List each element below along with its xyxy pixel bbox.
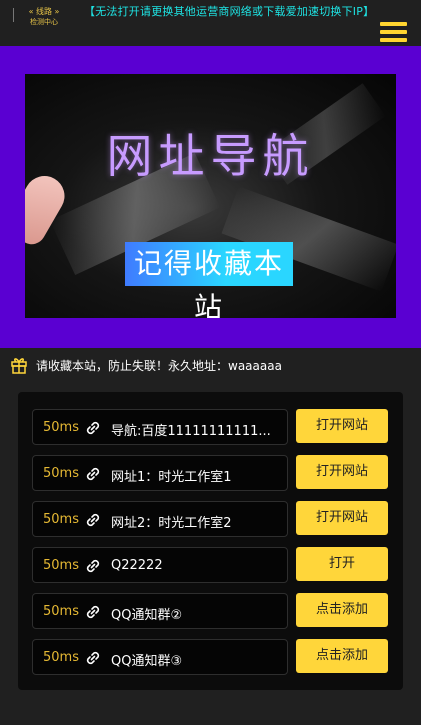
link-icon	[86, 467, 100, 481]
link-list-panel: 50ms 导航:百度11111111111... 打开网站 50ms 网址1：时…	[18, 392, 403, 690]
announcement-text: 请收藏本站，防止失联！永久地址：waaaaaa	[36, 359, 282, 373]
list-item: 50ms 网址1：时光工作室1 打开网站	[32, 455, 388, 491]
list-item: 50ms 导航:百度11111111111... 打开网站	[32, 409, 388, 445]
banner: 网址导航 记得收藏本站	[0, 46, 421, 348]
link-entry[interactable]: 50ms 导航:百度11111111111...	[32, 409, 288, 445]
banner-image: 网址导航 记得收藏本站	[25, 74, 396, 318]
open-site-button[interactable]: 打开网站	[296, 409, 388, 443]
latency-label: 50ms	[43, 650, 79, 665]
link-entry[interactable]: 50ms QQ通知群③	[32, 639, 288, 675]
link-icon	[86, 559, 100, 573]
link-entry[interactable]: 50ms QQ通知群②	[32, 593, 288, 629]
hamburger-menu-icon[interactable]	[380, 22, 407, 44]
open-site-button[interactable]: 打开网站	[296, 501, 388, 535]
notice-text: 【无法打开请更换其他运营商网络或下载爱加速切换下IP】	[84, 5, 375, 18]
latency-label: 50ms	[43, 512, 79, 527]
add-group-button[interactable]: 点击添加	[296, 593, 388, 627]
latency-label: 50ms	[43, 466, 79, 481]
link-name: Q22222	[111, 558, 163, 573]
link-entry[interactable]: 50ms 网址1：时光工作室1	[32, 455, 288, 491]
latency-label: 50ms	[43, 558, 79, 573]
link-icon	[86, 513, 100, 527]
latency-label: 50ms	[43, 420, 79, 435]
top-bar: « 线路 » 检测中心 【无法打开请更换其他运营商网络或下载爱加速切换下IP】	[0, 0, 421, 46]
link-name: QQ通知群③	[111, 654, 183, 669]
list-item: 50ms 网址2：时光工作室2 打开网站	[32, 501, 388, 537]
link-entry[interactable]: 50ms Q22222	[32, 547, 288, 583]
link-icon	[86, 421, 100, 435]
list-item: 50ms QQ通知群③ 点击添加	[32, 639, 388, 675]
logo[interactable]: « 线路 » 检测中心	[18, 6, 70, 28]
divider	[13, 8, 14, 22]
list-item: 50ms QQ通知群② 点击添加	[32, 593, 388, 629]
link-name: 网址2：时光工作室2	[111, 516, 232, 531]
list-item: 50ms Q22222 打开	[32, 547, 388, 583]
link-icon	[86, 651, 100, 665]
latency-label: 50ms	[43, 604, 79, 619]
add-group-button[interactable]: 点击添加	[296, 639, 388, 673]
link-icon	[86, 605, 100, 619]
link-entry[interactable]: 50ms 网址2：时光工作室2	[32, 501, 288, 537]
banner-subtitle: 记得收藏本站	[125, 242, 293, 318]
gift-icon	[11, 358, 27, 374]
banner-title: 网址导航	[106, 129, 315, 183]
logo-line2: 检测中心	[30, 18, 58, 26]
open-button[interactable]: 打开	[296, 547, 388, 581]
open-site-button[interactable]: 打开网站	[296, 455, 388, 489]
link-name: 网址1：时光工作室1	[111, 470, 232, 485]
link-name: QQ通知群②	[111, 608, 183, 623]
logo-line1: « 线路 »	[28, 7, 60, 16]
link-name: 导航:百度11111111111...	[111, 424, 271, 439]
